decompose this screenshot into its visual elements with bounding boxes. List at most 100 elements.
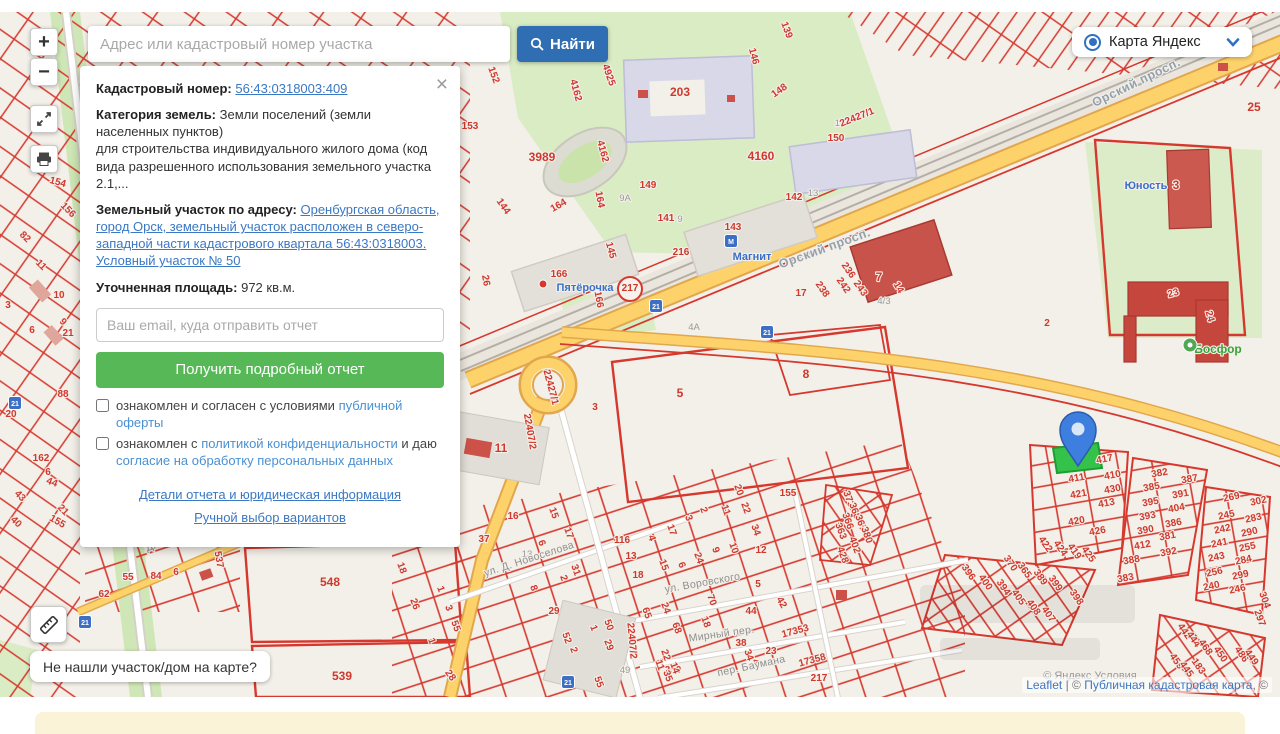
map-poi-icon: 21 bbox=[79, 616, 92, 629]
svg-text:21: 21 bbox=[81, 620, 89, 627]
chevron-down-icon bbox=[1226, 38, 1240, 47]
privacy-checkbox[interactable] bbox=[96, 437, 109, 450]
search-button[interactable]: Найти bbox=[517, 26, 608, 62]
parcel-info-panel: × Кадастровый номер: 56:43:0318003:409 К… bbox=[80, 66, 460, 547]
svg-text:9А: 9А bbox=[619, 193, 631, 204]
not-found-button[interactable]: Не нашли участок/дом на карте? bbox=[30, 651, 270, 682]
svg-text:142: 142 bbox=[786, 192, 803, 203]
cadastral-map-page: © Яндекс Условия 41741041143042141342042… bbox=[0, 0, 1280, 734]
leaflet-link[interactable]: Leaflet bbox=[1026, 678, 1062, 692]
map-poi-icon: 21 bbox=[761, 326, 774, 339]
pkk-link[interactable]: Публичная кадастровая карта bbox=[1084, 678, 1252, 692]
svg-text:149: 149 bbox=[640, 180, 657, 191]
svg-text:8: 8 bbox=[803, 367, 810, 381]
svg-text:12: 12 bbox=[755, 545, 767, 556]
svg-text:Пятёрочка: Пятёрочка bbox=[556, 282, 614, 294]
svg-text:166: 166 bbox=[551, 269, 568, 280]
layer-selector[interactable]: Карта Яндекс bbox=[1072, 27, 1252, 57]
map-poi-icon: М bbox=[725, 235, 738, 248]
personal-data-link[interactable]: согласие на обработку персональных данны… bbox=[116, 453, 393, 468]
svg-text:84: 84 bbox=[150, 571, 162, 582]
map-poi-icon bbox=[539, 280, 547, 288]
email-input[interactable] bbox=[96, 308, 444, 342]
svg-text:155: 155 bbox=[780, 488, 797, 499]
map-poi-icon: 21 bbox=[650, 300, 663, 313]
report-details-link[interactable]: Детали отчета и юридическая информация bbox=[96, 485, 444, 506]
svg-text:10: 10 bbox=[53, 290, 65, 301]
ruler-icon bbox=[38, 614, 60, 636]
panel-footer-links: Детали отчета и юридическая информация Р… bbox=[96, 485, 444, 529]
privacy-checkbox-label: ознакомлен с политикой конфиденциальност… bbox=[116, 435, 444, 469]
svg-text:13: 13 bbox=[625, 551, 637, 562]
privacy-checkbox-row: ознакомлен с политикой конфиденциальност… bbox=[96, 435, 444, 469]
svg-text:548: 548 bbox=[320, 575, 340, 589]
svg-text:9: 9 bbox=[677, 214, 682, 225]
svg-text:55: 55 bbox=[122, 572, 134, 583]
cadastral-number-label: Кадастровый номер: bbox=[96, 81, 232, 96]
close-icon[interactable]: × bbox=[436, 74, 448, 95]
svg-text:116: 116 bbox=[614, 535, 631, 546]
svg-text:150: 150 bbox=[828, 133, 845, 144]
svg-text:13: 13 bbox=[808, 188, 819, 199]
svg-text:5: 5 bbox=[677, 386, 684, 400]
svg-text:Магнит: Магнит bbox=[733, 251, 772, 263]
svg-text:21: 21 bbox=[564, 680, 572, 687]
svg-text:21: 21 bbox=[62, 328, 74, 339]
area-label: Уточненная площадь: bbox=[96, 280, 237, 295]
layer-radio[interactable] bbox=[1084, 34, 1101, 51]
svg-text:21: 21 bbox=[763, 330, 771, 337]
svg-text:М: М bbox=[728, 239, 734, 246]
svg-text:3: 3 bbox=[5, 300, 11, 311]
map-poi-icon: 21 bbox=[562, 676, 575, 689]
printer-icon bbox=[36, 151, 52, 167]
svg-text:20: 20 bbox=[5, 409, 17, 420]
svg-text:25: 25 bbox=[1247, 100, 1261, 114]
offer-checkbox[interactable] bbox=[96, 399, 109, 412]
svg-text:6: 6 bbox=[173, 567, 179, 578]
svg-text:62: 62 bbox=[98, 589, 110, 600]
svg-text:217: 217 bbox=[811, 673, 828, 684]
cadastral-number-link[interactable]: 56:43:0318003:409 bbox=[235, 81, 347, 96]
privacy-policy-link[interactable]: политикой конфиденциальности bbox=[201, 436, 398, 451]
svg-text:Босфор: Босфор bbox=[1194, 342, 1241, 356]
offer-checkbox-label: ознакомлен и согласен с условиями публич… bbox=[116, 397, 444, 431]
svg-text:143: 143 bbox=[725, 222, 742, 233]
svg-text:6: 6 bbox=[29, 325, 35, 336]
svg-text:44: 44 bbox=[745, 606, 757, 617]
area-row: Уточненная площадь: 972 кв.м. bbox=[96, 279, 444, 296]
map-attribution: Leaflet | © Публичная кадастровая карта,… bbox=[1022, 677, 1272, 693]
svg-text:4А: 4А bbox=[688, 322, 700, 333]
zoom-in-button[interactable]: + bbox=[30, 28, 58, 56]
fullscreen-button[interactable] bbox=[30, 105, 58, 133]
svg-text:162: 162 bbox=[33, 453, 50, 464]
svg-text:3: 3 bbox=[1173, 178, 1180, 192]
search-input[interactable] bbox=[88, 26, 510, 62]
area-value: 972 кв.м. bbox=[237, 280, 295, 295]
attribution-end: , © bbox=[1252, 678, 1268, 692]
svg-text:21: 21 bbox=[11, 401, 19, 408]
svg-text:3989: 3989 bbox=[529, 150, 556, 164]
print-button[interactable] bbox=[30, 145, 58, 173]
privacy-text-1: ознакомлен с bbox=[116, 436, 201, 451]
svg-text:216: 216 bbox=[673, 247, 690, 258]
zoom-out-button[interactable]: − bbox=[30, 58, 58, 86]
land-category-row: Категория земель: Земли поселений (земли… bbox=[96, 106, 444, 192]
zoom-out-label: − bbox=[38, 61, 50, 84]
svg-text:18: 18 bbox=[632, 570, 644, 581]
manual-choice-link[interactable]: Ручной выбор вариантов bbox=[194, 508, 346, 529]
attribution-separator: | © bbox=[1062, 678, 1084, 692]
measure-button[interactable] bbox=[30, 606, 67, 643]
not-found-label: Не нашли участок/дом на карте? bbox=[43, 659, 257, 675]
search-button-label: Найти bbox=[550, 36, 595, 53]
svg-text:37: 37 bbox=[478, 534, 490, 545]
svg-text:17: 17 bbox=[795, 288, 807, 299]
offer-text: ознакомлен и согласен с условиями bbox=[116, 398, 339, 413]
svg-text:16: 16 bbox=[507, 511, 519, 522]
svg-text:217: 217 bbox=[622, 283, 639, 294]
zoom-in-label: + bbox=[38, 31, 50, 54]
svg-text:11: 11 bbox=[495, 441, 508, 455]
get-report-button[interactable]: Получить подробный отчет bbox=[96, 352, 444, 388]
svg-text:141: 141 bbox=[658, 213, 675, 224]
svg-text:7: 7 bbox=[876, 270, 883, 284]
svg-text:153: 153 bbox=[462, 121, 479, 132]
